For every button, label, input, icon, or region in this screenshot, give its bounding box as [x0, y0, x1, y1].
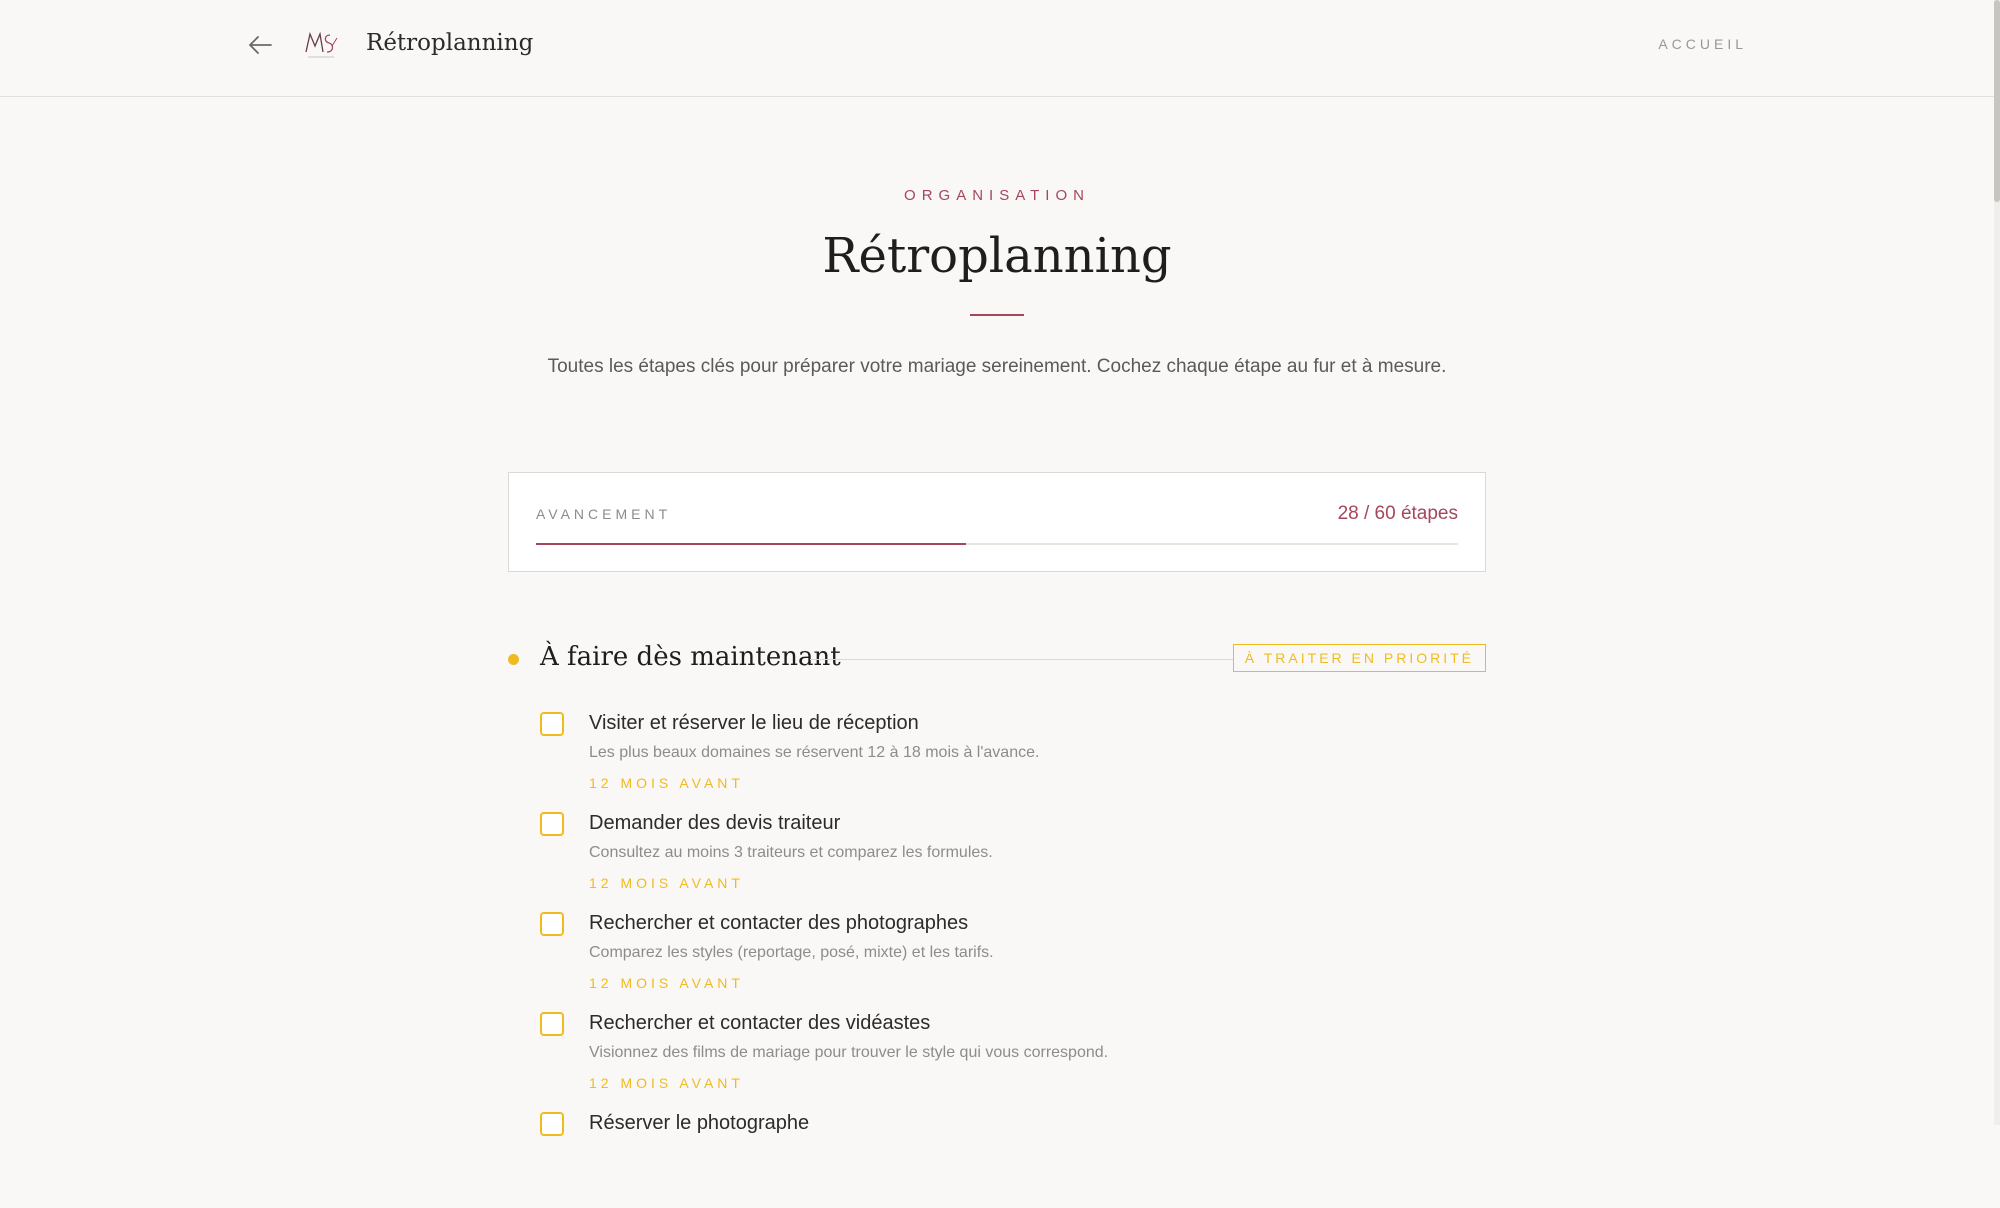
- back-button[interactable]: [245, 29, 277, 61]
- task-item[interactable]: Visiter et réserver le lieu de réception…: [540, 708, 1480, 808]
- task-item[interactable]: Réserver le photographe: [540, 1108, 1480, 1208]
- top-header: Rétroplanning ACCUEIL: [0, 0, 1994, 97]
- section-title: À faire dès maintenant: [540, 642, 841, 672]
- page-scrollbar[interactable]: [1994, 0, 2000, 1125]
- section-header: À faire dès maintenant À TRAITER EN PRIO…: [508, 640, 1486, 680]
- task-timing: 12 MOIS AVANT: [589, 875, 744, 891]
- task-checkbox[interactable]: [540, 812, 564, 836]
- header-title: Rétroplanning: [366, 30, 534, 56]
- progress-count: 28 / 60 étapes: [1337, 503, 1458, 524]
- progress-track: [536, 543, 1458, 545]
- task-checkbox[interactable]: [540, 1012, 564, 1036]
- task-description: Visionnez des films de mariage pour trou…: [589, 1044, 1109, 1061]
- task-title: Rechercher et contacter des photographes: [589, 912, 969, 934]
- progress-fill: [536, 543, 967, 545]
- title-divider: [970, 314, 1024, 316]
- section-divider: [810, 659, 1234, 660]
- task-checkbox[interactable]: [540, 1112, 564, 1136]
- section-eyebrow: ORGANISATION: [904, 187, 1090, 204]
- task-title: Rechercher et contacter des vidéastes: [589, 1012, 931, 1034]
- arrow-left-icon: [249, 36, 272, 54]
- task-checkbox[interactable]: [540, 712, 564, 736]
- scrollbar-thumb[interactable]: [1994, 0, 2000, 202]
- brand-logo-icon[interactable]: [302, 26, 340, 64]
- task-description: Les plus beaux domaines se réservent 12 …: [589, 744, 1040, 761]
- task-checkbox[interactable]: [540, 912, 564, 936]
- progress-card: AVANCEMENT 28 / 60 étapes: [508, 472, 1486, 572]
- task-description: Consultez au moins 3 traiteurs et compar…: [589, 844, 993, 861]
- task-title: Réserver le photographe: [589, 1112, 810, 1134]
- task-title: Demander des devis traiteur: [589, 812, 841, 834]
- task-item[interactable]: Demander des devis traiteur Consultez au…: [540, 808, 1480, 908]
- progress-label: AVANCEMENT: [536, 506, 672, 522]
- task-description: Comparez les styles (reportage, posé, mi…: [589, 944, 994, 961]
- task-item[interactable]: Rechercher et contacter des vidéastes Vi…: [540, 1008, 1480, 1108]
- task-timing: 12 MOIS AVANT: [589, 1075, 744, 1091]
- priority-dot-icon: [508, 654, 519, 665]
- priority-badge: À TRAITER EN PRIORITÉ: [1232, 644, 1486, 672]
- page-title: Rétroplanning: [822, 228, 1172, 284]
- task-item[interactable]: Rechercher et contacter des photographes…: [540, 908, 1480, 1008]
- task-title: Visiter et réserver le lieu de réception: [589, 712, 919, 734]
- nav-home-link[interactable]: ACCUEIL: [1658, 36, 1747, 52]
- page-subtitle: Toutes les étapes clés pour préparer vot…: [547, 356, 1447, 377]
- task-list: Visiter et réserver le lieu de réception…: [540, 708, 1480, 1208]
- task-timing: 12 MOIS AVANT: [589, 775, 744, 791]
- task-timing: 12 MOIS AVANT: [589, 975, 744, 991]
